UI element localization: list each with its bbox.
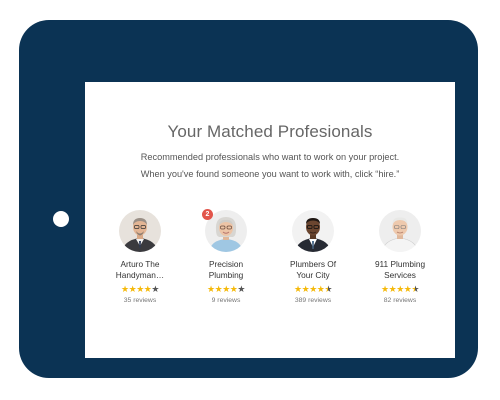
star-icon: ★ — [381, 284, 389, 294]
home-button[interactable] — [53, 211, 69, 227]
professional-card-arturo[interactable]: Arturo The Handyman… ★★★★★ 35 reviews — [98, 210, 182, 304]
star-icon: ★ — [237, 284, 245, 294]
man-portrait-icon — [119, 210, 161, 252]
star-icon: ★ — [121, 284, 129, 294]
star-icon: ★ — [309, 284, 317, 294]
professional-card-911-plumbing[interactable]: 911 Plumbing Services ★★★★★ 82 reviews — [358, 210, 442, 304]
star-icon: ★ — [396, 284, 404, 294]
notification-badge: 2 — [202, 209, 213, 220]
man-portrait-icon — [292, 210, 334, 252]
half-star-icon: ★ — [411, 284, 419, 294]
man-portrait-icon — [379, 210, 421, 252]
star-rating: ★★★★★ — [98, 285, 182, 295]
star-rating: ★★★★★ — [184, 285, 268, 295]
review-count[interactable]: 9 reviews — [184, 297, 268, 304]
star-rating: ★★★★★ — [271, 285, 355, 295]
avatar[interactable] — [292, 210, 334, 252]
review-count[interactable]: 82 reviews — [358, 297, 442, 304]
professional-name[interactable]: Plumbers Of Your City — [271, 259, 355, 280]
review-count[interactable]: 389 reviews — [271, 297, 355, 304]
professional-name[interactable]: 911 Plumbing Services — [358, 259, 442, 280]
page-title: Your Matched Profesionals — [167, 122, 373, 141]
star-icon: ★ — [207, 284, 215, 294]
avatar[interactable] — [379, 210, 421, 252]
professional-name[interactable]: Precision Plumbing — [184, 259, 268, 280]
star-icon: ★ — [294, 284, 302, 294]
professional-card-precision-plumbing[interactable]: 2 Precision Plumbing ★★★★★ 9 reviews — [184, 209, 268, 304]
tablet-frame: Your Matched Profesionals Recommended pr… — [19, 20, 478, 378]
professional-name[interactable]: Arturo The Handyman… — [98, 259, 182, 280]
tablet-screen: Your Matched Profesionals Recommended pr… — [85, 82, 455, 358]
avatar[interactable] — [119, 210, 161, 252]
subtitle-line-2: When you've found someone you want to wo… — [140, 169, 400, 179]
review-count[interactable]: 35 reviews — [98, 297, 182, 304]
star-icon: ★ — [151, 284, 159, 294]
star-icon: ★ — [136, 284, 144, 294]
subtitle-line-1: Recommended professionals who want to wo… — [140, 152, 400, 162]
star-icon: ★ — [222, 284, 230, 294]
star-rating: ★★★★★ — [358, 285, 442, 295]
professional-card-plumbers-of-your-city[interactable]: Plumbers Of Your City ★★★★★ 389 reviews — [271, 210, 355, 304]
half-star-icon: ★ — [324, 284, 332, 294]
